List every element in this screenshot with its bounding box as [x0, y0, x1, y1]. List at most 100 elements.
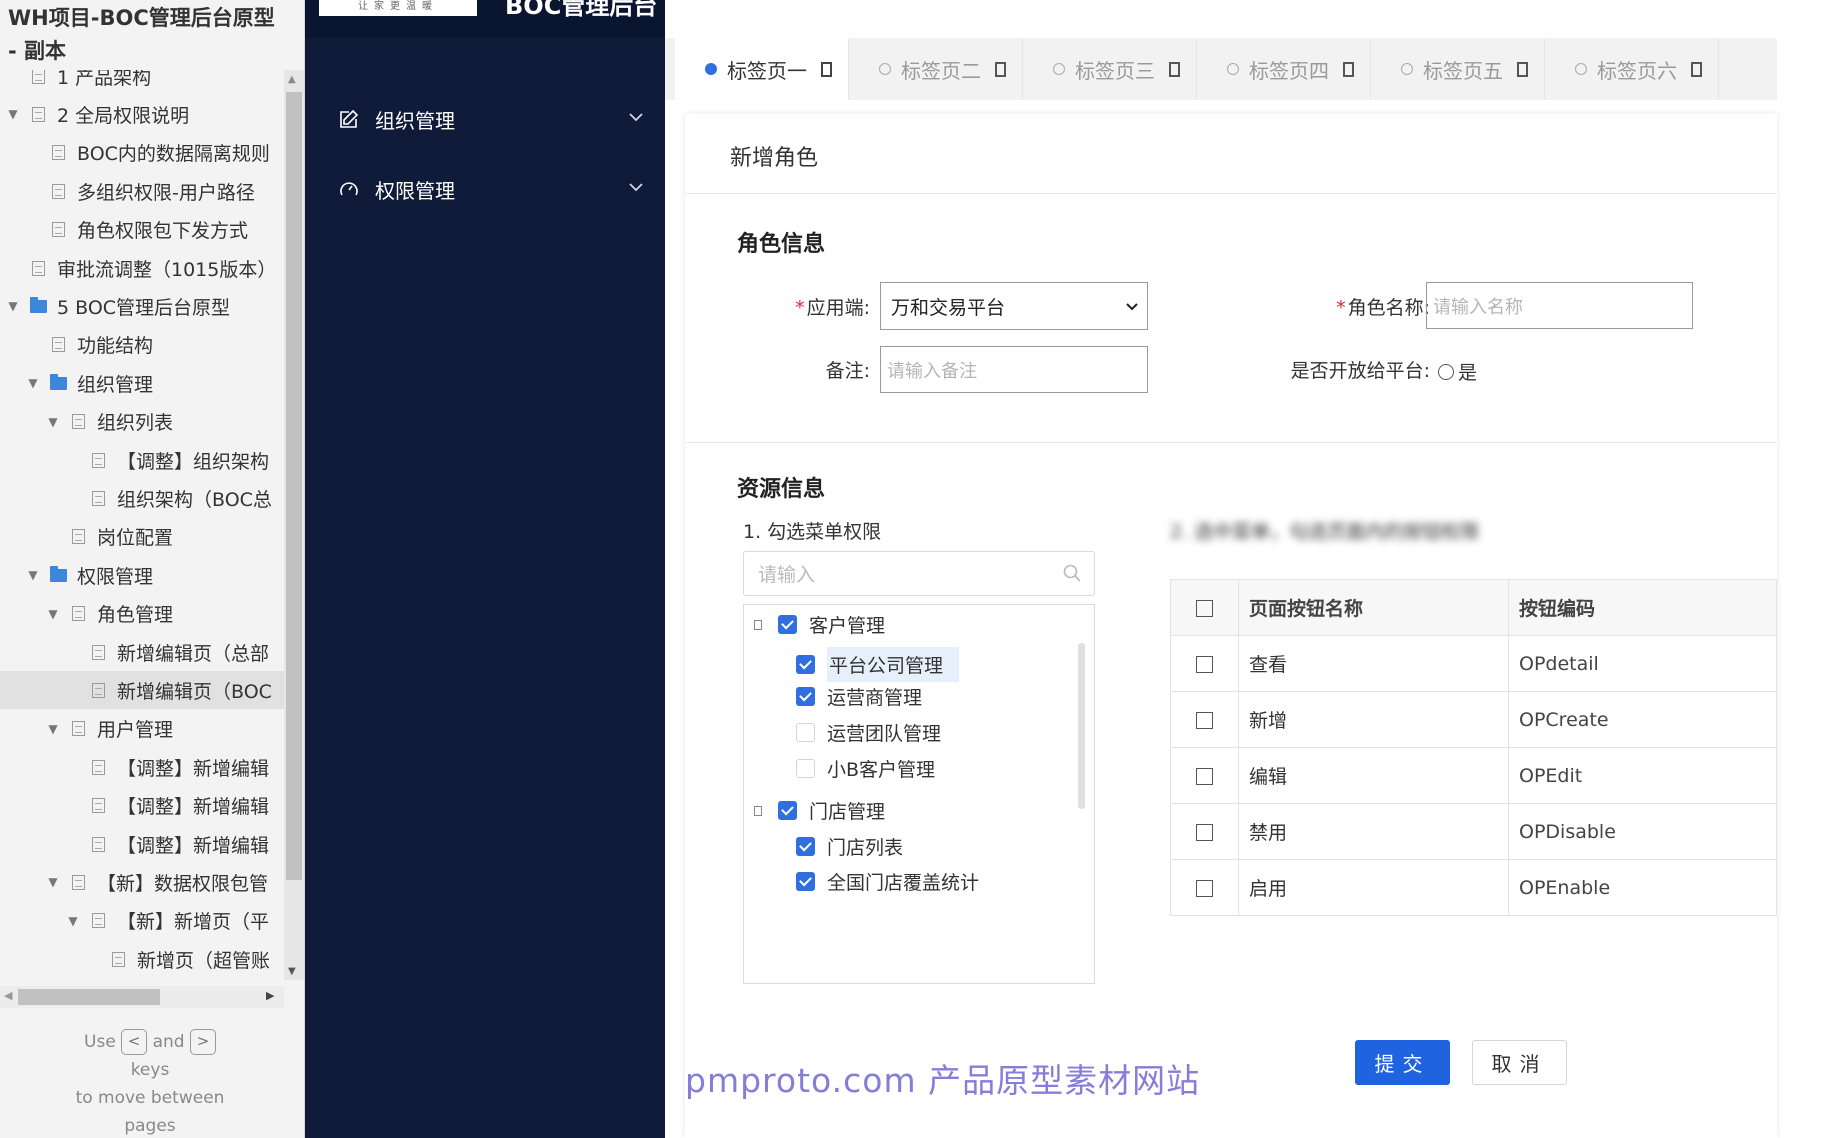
tree-leaf-node[interactable]: 小B客户管理 [796, 755, 935, 782]
checkbox-checked-icon[interactable] [778, 615, 797, 634]
checkbox-icon[interactable] [796, 723, 815, 742]
checkbox-icon[interactable] [1196, 711, 1213, 729]
tree-item[interactable]: 组织架构（BOC总 [0, 479, 285, 517]
scroll-right-icon[interactable]: ▶ [266, 989, 274, 1002]
select-all-cell[interactable] [1170, 579, 1239, 636]
tab-label: 标签页二 [901, 58, 981, 83]
chevron-down-icon [629, 113, 643, 122]
tree-item[interactable]: 新增编辑页（总部 [0, 633, 285, 671]
submit-button[interactable]: 提交 [1355, 1040, 1450, 1085]
tree-item[interactable]: ▼ 权限管理 [0, 556, 285, 594]
tree-group-node[interactable]: 客户管理 [754, 611, 885, 638]
radio-icon[interactable] [1438, 363, 1454, 380]
tree-item-label: 角色权限包下发方式 [77, 220, 249, 243]
expand-arrow-icon[interactable]: ▼ [46, 875, 60, 889]
row-checkbox-cell[interactable] [1170, 803, 1239, 860]
checkbox-icon[interactable] [796, 759, 815, 778]
expand-arrow-icon[interactable]: ▼ [46, 722, 60, 736]
app-select[interactable]: 万和交易平台 [880, 282, 1148, 330]
nav-item-permission[interactable]: 权限管理 [305, 161, 665, 217]
button-permission-table: 页面按钮名称 按钮编码 查看 OPdetail 新增 OPCreate 编辑 OPEdit… [1170, 579, 1777, 916]
close-tab-icon[interactable] [1517, 61, 1528, 77]
row-checkbox-cell[interactable] [1170, 635, 1239, 692]
row-checkbox-cell[interactable] [1170, 747, 1239, 804]
checkbox-icon[interactable] [1196, 823, 1213, 841]
tree-item[interactable]: 岗位配置 [0, 518, 285, 556]
close-tab-icon[interactable] [1691, 61, 1702, 77]
checkbox-checked-icon[interactable] [778, 801, 797, 820]
tree-item[interactable]: 【调整】组织架构 [0, 441, 285, 479]
tree-item[interactable]: 角色权限包下发方式 [0, 211, 285, 249]
expand-arrow-icon[interactable]: ▼ [6, 107, 20, 121]
expand-arrow-icon[interactable]: ▼ [46, 415, 60, 429]
tree-item[interactable]: ▼ 角色管理 [0, 595, 285, 633]
scrollbar-thumb[interactable] [286, 92, 302, 880]
close-tab-icon[interactable] [1343, 61, 1354, 77]
role-name-input[interactable]: 请输入名称 [1426, 282, 1693, 329]
expand-arrow-icon[interactable]: ▼ [66, 914, 80, 928]
checkbox-icon[interactable] [1196, 655, 1213, 673]
checkbox-checked-icon[interactable] [796, 872, 815, 891]
collapse-toggle-icon[interactable] [754, 619, 762, 630]
tree-leaf-node[interactable]: 运营商管理 [796, 683, 922, 710]
tree-item[interactable]: 新增编辑页（BOC [0, 671, 285, 710]
tree-group-node[interactable]: 门店管理 [754, 797, 885, 824]
tree-item[interactable]: ▼ 2 全局权限说明 [0, 95, 285, 133]
tree-item[interactable]: 功能结构 [0, 326, 285, 364]
tab-4[interactable]: 标签页四 [1197, 38, 1371, 100]
tree-item[interactable]: ▼ 组织列表 [0, 403, 285, 441]
row-checkbox-cell[interactable] [1170, 691, 1239, 748]
page-tree-vertical-scrollbar[interactable]: ▲ ▼ [284, 70, 304, 980]
tree-item[interactable]: 【调整】新增编辑 [0, 825, 285, 863]
checkbox-icon[interactable] [1196, 599, 1213, 617]
tree-leaf-node[interactable]: 全国门店覆盖统计 [796, 868, 979, 895]
checkbox-checked-icon[interactable] [796, 655, 815, 674]
tree-item[interactable]: ▼ 组织管理 [0, 364, 285, 402]
remark-input[interactable]: 请输入备注 [880, 346, 1148, 393]
tree-leaf-node[interactable]: 运营团队管理 [796, 719, 941, 746]
menu-search-input[interactable]: 请输入 [743, 551, 1095, 596]
tree-leaf-node[interactable]: 平台公司管理 [796, 647, 960, 682]
tree-leaf-node[interactable]: 门店列表 [796, 833, 903, 860]
tree-item[interactable]: 【调整】新增编辑 [0, 787, 285, 825]
tree-scrollbar[interactable] [1078, 643, 1085, 809]
checkbox-icon[interactable] [1196, 879, 1213, 897]
tab-1[interactable]: 标签页一 [675, 38, 849, 100]
cancel-button[interactable]: 取消 [1472, 1040, 1567, 1085]
tree-item[interactable]: BOC内的数据隔离规则 [0, 134, 285, 172]
expand-arrow-icon[interactable]: ▼ [26, 568, 40, 582]
checkbox-icon[interactable] [1196, 767, 1213, 785]
tab-3[interactable]: 标签页三 [1023, 38, 1197, 100]
page-tree-horizontal-scrollbar[interactable]: ◀ ▶ [0, 986, 284, 1008]
expand-arrow-icon[interactable]: ▼ [6, 299, 20, 313]
scrollbar-thumb[interactable] [18, 989, 160, 1005]
tab-6[interactable]: 标签页六 [1545, 38, 1719, 100]
close-tab-icon[interactable] [995, 61, 1006, 77]
expand-arrow-icon[interactable]: ▼ [46, 607, 60, 621]
help-move: to move between [75, 1088, 225, 1108]
tree-node-label: 门店列表 [827, 837, 904, 859]
tab-2[interactable]: 标签页二 [849, 38, 1023, 100]
row-checkbox-cell[interactable] [1170, 859, 1239, 916]
expand-arrow-icon[interactable]: ▼ [26, 376, 40, 390]
open-platform-radio[interactable]: 是 [1438, 358, 1477, 385]
collapse-toggle-icon[interactable] [754, 805, 762, 816]
nav-item-org[interactable]: 组织管理 [305, 91, 665, 147]
scroll-up-icon[interactable]: ▲ [288, 74, 296, 85]
scroll-down-icon[interactable]: ▼ [288, 966, 296, 977]
close-tab-icon[interactable] [1169, 61, 1180, 77]
scroll-left-icon[interactable]: ◀ [4, 989, 12, 1002]
tree-item[interactable]: 1 产品架构 [0, 70, 285, 95]
tree-item[interactable]: 新增页（超管账 [0, 940, 285, 978]
tree-item[interactable]: 多组织权限-用户路径 [0, 172, 285, 210]
close-tab-icon[interactable] [821, 61, 832, 77]
tree-item[interactable]: ▼ 【新】新增页（平 [0, 902, 285, 940]
tree-item[interactable]: ▼ 用户管理 [0, 710, 285, 748]
checkbox-checked-icon[interactable] [796, 687, 815, 706]
tree-item[interactable]: ▼ 【新】数据权限包管 [0, 863, 285, 901]
tree-item[interactable]: 【调整】新增编辑 [0, 748, 285, 786]
tree-item[interactable]: ▼ 5 BOC管理后台原型 [0, 287, 285, 325]
tree-item[interactable]: 审批流调整（1015版本） [0, 249, 285, 287]
tab-5[interactable]: 标签页五 [1371, 38, 1545, 100]
checkbox-checked-icon[interactable] [796, 837, 815, 856]
